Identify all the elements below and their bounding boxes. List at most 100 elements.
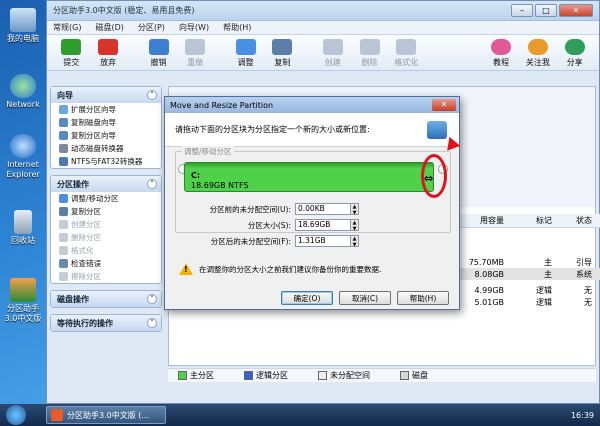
resize-icon <box>235 39 256 55</box>
partition-block[interactable]: C: 18.69GB NTFS <box>184 162 434 192</box>
table-header: 用容量 标记 状态 <box>454 214 600 228</box>
check-icon <box>61 39 82 55</box>
maximize-button[interactable]: □ <box>535 4 557 17</box>
size-stepper[interactable]: ▲ ▼ <box>351 219 359 232</box>
desktop-icon-partition-assistant[interactable]: 分区助手3.0中文版 <box>2 278 44 324</box>
create-icon <box>59 220 68 229</box>
menu-bar: 常规(G) 磁盘(D) 分区(P) 向导(W) 帮助(H) <box>47 21 599 35</box>
wizard-item-copy-partition[interactable]: 复制分区向导 <box>51 129 161 142</box>
wizard-item-extend[interactable]: 扩展分区向导 <box>51 103 161 116</box>
panel-header[interactable]: 分区操作 ˄ <box>51 176 161 192</box>
adjust-button[interactable]: 调整 <box>227 39 264 68</box>
op-item-resize[interactable]: 调整/移动分区 <box>51 192 161 205</box>
ok-button[interactable]: 确定(O) <box>281 291 333 305</box>
wizard-item-ntfs-fat32[interactable]: NTFS与FAT32转换器 <box>51 155 161 168</box>
panel-header[interactable]: 等待执行的操作 ˅ <box>51 315 161 331</box>
cancel-button[interactable]: 取消(C) <box>339 291 391 305</box>
menu-partition[interactable]: 分区(P) <box>138 22 165 33</box>
menu-general[interactable]: 常规(G) <box>53 22 81 33</box>
table-row[interactable]: 8.08GB 主 系统 <box>454 268 600 280</box>
follow-button[interactable]: 关注我 <box>520 39 557 68</box>
partition-size-label: 18.69GB NTFS <box>191 181 249 190</box>
wizard-icon <box>59 105 68 114</box>
sidebar: 向导 ˄ 扩展分区向导 复制磁盘向导 复制分区向导 动态磁盘转换器 NTFS与F… <box>50 86 162 396</box>
op-item-copy[interactable]: 复制分区 <box>51 205 161 218</box>
size-field: 分区大小(S): 18.69GB ▲ ▼ <box>183 219 359 232</box>
discard-button[interactable]: 放弃 <box>90 39 127 68</box>
chevron-down-icon[interactable]: ˅ <box>147 318 157 328</box>
partition-usage-strip <box>185 163 433 169</box>
minimize-button[interactable]: – <box>511 4 533 17</box>
tutorial-button[interactable]: 教程 <box>483 39 520 68</box>
partition-drive-label: C: <box>191 171 201 180</box>
table-row[interactable]: 5.01GB 逻辑 无 <box>454 296 600 308</box>
menu-help[interactable]: 帮助(H) <box>223 22 251 33</box>
share-button[interactable]: 分享 <box>556 39 593 68</box>
desktop-icon-network[interactable]: Network <box>2 74 44 110</box>
panel-partition-ops: 分区操作 ˄ 调整/移动分区 复制分区 创建分区 删除分区 格式化 检查错误 擦… <box>50 175 162 284</box>
op-item-check[interactable]: 检查错误 <box>51 257 161 270</box>
before-space-input[interactable]: 0.00KB <box>295 203 351 215</box>
delete-icon <box>59 233 68 242</box>
format-icon <box>59 246 68 255</box>
before-space-stepper[interactable]: ▲ ▼ <box>351 203 359 216</box>
convert-icon <box>59 157 68 166</box>
commit-button[interactable]: 提交 <box>53 39 90 68</box>
redo-button[interactable]: 重做 <box>177 39 214 68</box>
move-resize-dialog: Move and Resize Partition ✕ 请拖动下面的分区块为分区… <box>164 96 460 310</box>
copy-icon <box>59 207 68 216</box>
panel-wizard: 向导 ˄ 扩展分区向导 复制磁盘向导 复制分区向导 动态磁盘转换器 NTFS与F… <box>50 86 162 169</box>
clock: 16:39 <box>570 410 594 420</box>
dialog-titlebar[interactable]: Move and Resize Partition ✕ <box>165 97 459 113</box>
toolbar: 提交 放弃 撤销 重做 调整 复制 创建 删除 格式化 教程 关注我 分享 <box>47 35 599 71</box>
legend: 主分区 逻辑分区 未分配空间 磁盘 <box>168 368 596 382</box>
close-button[interactable]: ✕ <box>559 4 593 17</box>
table-row[interactable]: 75.70MB 主 引导 <box>454 256 600 268</box>
menu-disk[interactable]: 磁盘(D) <box>95 22 123 33</box>
dialog-instruction: 请拖动下面的分区块为分区指定一个新的大小或新位置: <box>175 125 370 134</box>
wizard-item-dynamic-disk[interactable]: 动态磁盘转换器 <box>51 142 161 155</box>
op-item-format[interactable]: 格式化 <box>51 244 161 257</box>
partition-table: 用容量 标记 状态 75.70MB 主 引导 8.08GB 主 系统 4.99G… <box>454 214 600 308</box>
panel-header[interactable]: 向导 ˄ <box>51 87 161 103</box>
op-item-create[interactable]: 创建分区 <box>51 218 161 231</box>
after-space-input[interactable]: 1.31GB <box>295 235 351 247</box>
after-space-stepper[interactable]: ▲ ▼ <box>351 235 359 248</box>
redo-icon <box>185 39 206 55</box>
panel-header[interactable]: 磁盘操作 ˅ <box>51 291 161 307</box>
delete-button[interactable]: 删除 <box>351 39 388 68</box>
create-button[interactable]: 创建 <box>314 39 351 68</box>
copy-icon <box>272 39 293 55</box>
warning-message: 在调整你的分区大小之前我们建议你备份你的重要数据. <box>179 263 381 275</box>
partition-header-icon <box>427 120 447 139</box>
legend-primary: 主分区 <box>178 370 214 381</box>
desktop-icon-label: Network <box>6 100 40 109</box>
partition-assistant-icon <box>51 409 63 421</box>
check-icon <box>59 259 68 268</box>
legend-unallocated: 未分配空间 <box>318 370 370 381</box>
size-input[interactable]: 18.69GB <box>295 219 351 231</box>
help-button[interactable]: 帮助(H) <box>397 291 449 305</box>
copy-button[interactable]: 复制 <box>264 39 301 68</box>
start-button[interactable] <box>6 405 26 425</box>
highlight-oval <box>421 154 447 198</box>
chevron-up-icon[interactable]: ˄ <box>147 90 157 100</box>
delete-icon <box>359 39 380 55</box>
dialog-close-button[interactable]: ✕ <box>432 99 456 111</box>
table-row[interactable]: 4.99GB 逻辑 无 <box>454 284 600 296</box>
before-space-field: 分区前的未分配空间(U): 0.00KB ▲ ▼ <box>183 203 359 216</box>
chevron-up-icon[interactable]: ˄ <box>147 179 157 189</box>
format-button[interactable]: 格式化 <box>388 39 425 68</box>
desktop-icon-ie[interactable]: Internet Explorer <box>2 134 44 180</box>
chevron-down-icon[interactable]: ˅ <box>147 294 157 304</box>
desktop-icon-computer[interactable]: 我的电脑 <box>2 8 44 44</box>
wizard-item-copy-disk[interactable]: 复制磁盘向导 <box>51 116 161 129</box>
undo-button[interactable]: 撤销 <box>140 39 177 68</box>
app-titlebar[interactable]: 分区助手3.0中文版 (稳定、易用且免费) – □ ✕ <box>47 1 599 21</box>
taskbar-item-partition-assistant[interactable]: 分区助手3.0中文版 (... <box>46 406 166 424</box>
op-item-delete[interactable]: 删除分区 <box>51 231 161 244</box>
desktop-icon-recycle-bin[interactable]: 回收站 <box>2 210 44 246</box>
panel-disk-ops: 磁盘操作 ˅ <box>50 290 162 308</box>
op-item-wipe[interactable]: 擦除分区 <box>51 270 161 283</box>
menu-wizard[interactable]: 向导(W) <box>179 22 209 33</box>
